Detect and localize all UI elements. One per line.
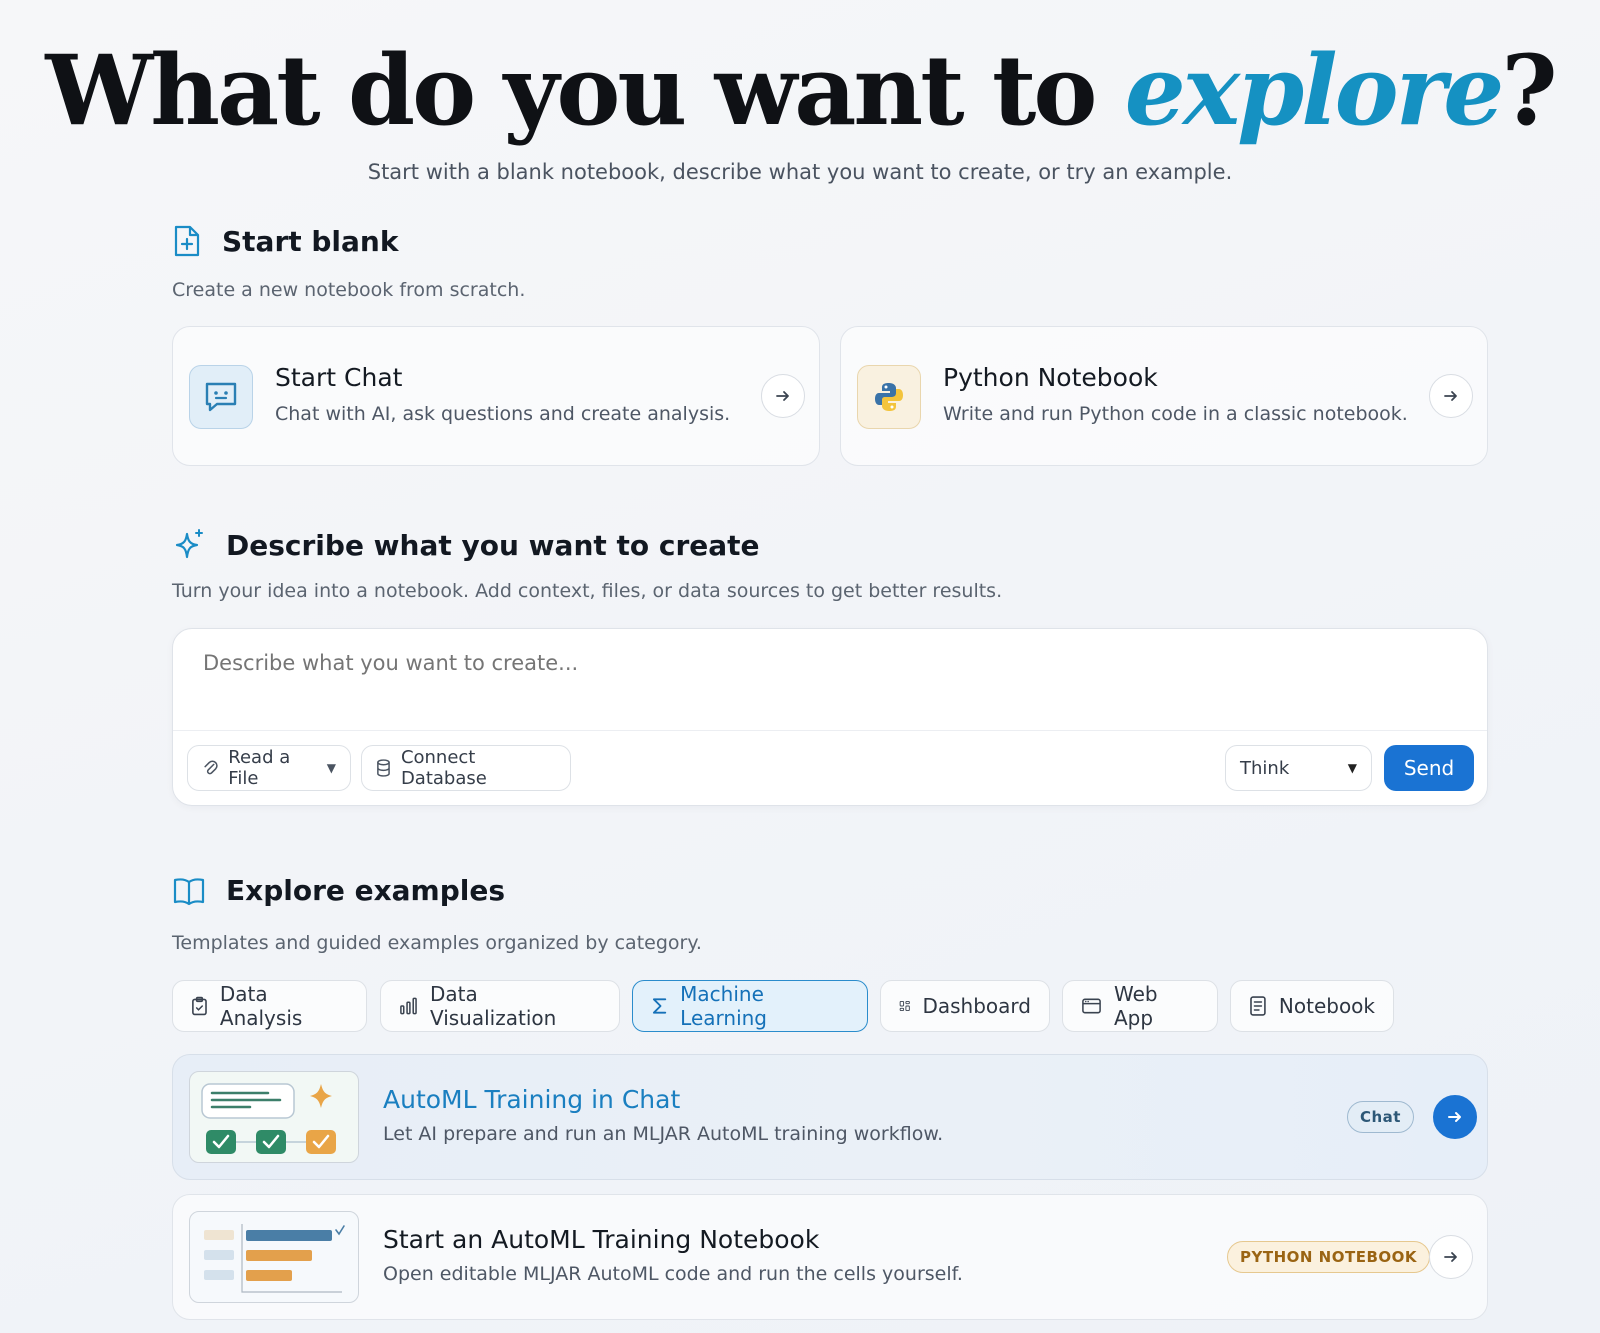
- automl-chat-thumbnail: [189, 1071, 359, 1163]
- examples-header: Explore examples: [172, 874, 505, 907]
- arrow-right-icon: [1444, 391, 1457, 401]
- tab-notebook[interactable]: Notebook: [1230, 980, 1394, 1032]
- python-notebook-badge: PYTHON NOTEBOOK: [1227, 1241, 1431, 1273]
- arrow-right-icon: [1444, 1252, 1457, 1262]
- describe-description: Turn your idea into a notebook. Add cont…: [172, 580, 1003, 602]
- example-automl-notebook-card[interactable]: Start an AutoML Training Notebook Open e…: [172, 1194, 1488, 1320]
- python-notebook-title: Python Notebook: [943, 363, 1158, 392]
- connect-database-label: Connect Database: [400, 747, 487, 789]
- example-description: Open editable MLJAR AutoML code and run …: [383, 1263, 963, 1285]
- sigma-icon: [652, 998, 667, 1014]
- database-icon: [377, 759, 390, 777]
- sparkle-icon: [175, 529, 203, 559]
- read-file-label: Read a File: [228, 747, 291, 789]
- arrow-right-icon: [1448, 1112, 1461, 1122]
- page-subtitle: Start with a blank notebook, describe wh…: [367, 160, 1233, 184]
- start-chat-card[interactable]: Start Chat Chat with AI, ask questions a…: [172, 326, 820, 466]
- automl-chat-arrow-button[interactable]: [1433, 1095, 1477, 1139]
- describe-header: Describe what you want to create: [172, 528, 760, 562]
- send-button[interactable]: Send: [1384, 745, 1474, 791]
- example-description: Let AI prepare and run an MLJAR AutoML t…: [383, 1123, 944, 1145]
- start-chat-description: Chat with AI, ask questions and create a…: [275, 403, 731, 425]
- tab-data-analysis[interactable]: Data Analysis: [172, 980, 367, 1032]
- tab-label: Data Visualization: [429, 982, 557, 1030]
- caret-down-icon: ▼: [1347, 761, 1357, 775]
- tab-label: Dashboard: [922, 994, 1031, 1018]
- title-end: ?: [1501, 34, 1557, 147]
- prompt-input[interactable]: [203, 651, 1403, 675]
- start-chat-arrow-button[interactable]: [761, 374, 805, 418]
- example-title: AutoML Training in Chat: [383, 1085, 681, 1114]
- python-notebook-description: Write and run Python code in a classic n…: [943, 403, 1408, 425]
- example-title: Start an AutoML Training Notebook: [383, 1225, 820, 1254]
- page-title: What do you want to explore?: [0, 38, 1600, 144]
- tab-label: Machine Learning: [680, 982, 767, 1030]
- python-notebook-card[interactable]: Python Notebook Write and run Python cod…: [840, 326, 1488, 466]
- chat-badge: Chat: [1347, 1101, 1414, 1133]
- describe-heading: Describe what you want to create: [226, 528, 760, 562]
- examples-heading: Explore examples: [226, 874, 506, 907]
- paperclip-icon: [204, 760, 218, 775]
- start-blank-description: Create a new notebook from scratch.: [172, 279, 526, 301]
- tab-label: Web App: [1114, 982, 1158, 1030]
- automl-notebook-thumbnail: [189, 1211, 359, 1303]
- read-file-button[interactable]: Read a File ▼: [187, 745, 351, 791]
- start-chat-title: Start Chat: [275, 363, 403, 392]
- mode-select-value: Think: [1240, 757, 1290, 779]
- example-automl-chat-card[interactable]: AutoML Training in Chat Let AI prepare a…: [172, 1054, 1488, 1180]
- caret-down-icon: ▼: [326, 761, 336, 775]
- arrow-right-icon: [776, 391, 789, 401]
- tab-label: Notebook: [1278, 994, 1375, 1018]
- python-icon: [857, 365, 921, 429]
- tab-label: Data Analysis: [219, 982, 303, 1030]
- browser-window-icon: [1082, 998, 1101, 1014]
- python-notebook-arrow-button[interactable]: [1429, 374, 1473, 418]
- chat-bubble-icon: [189, 365, 253, 429]
- composer-divider: [173, 730, 1487, 731]
- examples-description: Templates and guided examples organized …: [172, 932, 702, 954]
- prompt-composer: Read a File ▼ Connect Database Think ▼ S…: [172, 628, 1488, 806]
- automl-notebook-arrow-button[interactable]: [1429, 1235, 1473, 1279]
- dashboard-grid-icon: [899, 1000, 910, 1012]
- connect-database-button[interactable]: Connect Database: [361, 745, 571, 791]
- file-plus-icon: [174, 225, 200, 257]
- tab-web-app[interactable]: Web App: [1062, 980, 1218, 1032]
- tab-machine-learning[interactable]: Machine Learning: [632, 980, 868, 1032]
- title-main: What do you want to: [45, 34, 1125, 147]
- clipboard-icon: [192, 996, 207, 1016]
- start-blank-heading: Start blank: [222, 224, 399, 258]
- mode-select[interactable]: Think ▼: [1225, 745, 1372, 791]
- document-icon: [1250, 996, 1266, 1016]
- tab-data-visualization[interactable]: Data Visualization: [380, 980, 620, 1032]
- start-blank-header: Start blank: [172, 224, 398, 258]
- page: What do you want to explore? Start with …: [0, 0, 1600, 1333]
- title-accent: explore: [1124, 34, 1505, 147]
- tab-dashboard[interactable]: Dashboard: [880, 980, 1050, 1032]
- open-book-icon: [173, 877, 205, 905]
- bar-chart-icon: [400, 997, 417, 1015]
